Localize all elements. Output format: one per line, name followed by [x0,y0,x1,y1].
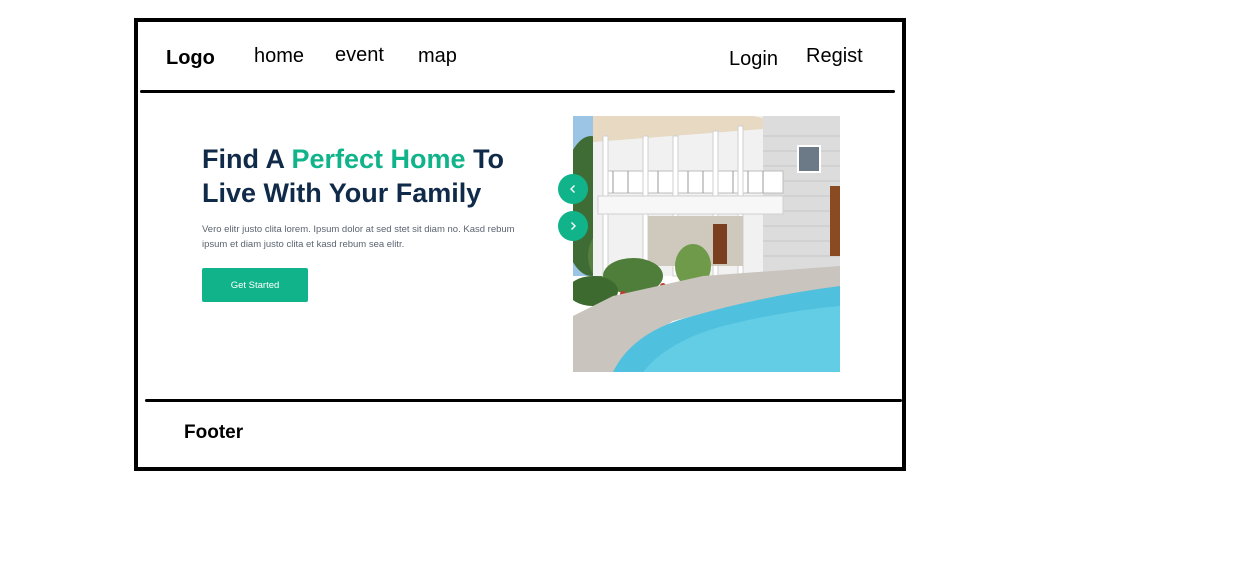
hero-description: Vero elitr justo clita lorem. Ipsum dolo… [202,224,515,250]
nav-link-home[interactable]: home [254,45,304,68]
slider-next-button[interactable] [558,211,588,241]
footer-label: Footer [184,422,244,443]
hero-title-accent: Perfect Home [291,144,466,174]
login-link[interactable]: Login [729,48,778,71]
page-frame: Logo home event map Login Regist Find A … [134,18,906,471]
logo[interactable]: Logo [166,47,215,70]
footer-divider [145,399,902,402]
hero-image [573,116,840,372]
chevron-left-icon [570,185,575,193]
nav-link-map[interactable]: map [418,45,457,68]
chevron-right-icon [571,222,576,230]
slider-prev-button[interactable] [558,174,588,204]
hero-title: Find A Perfect Home To Live With Your Fa… [202,142,562,210]
nav-link-event[interactable]: event [335,44,384,67]
register-link[interactable]: Regist [806,45,863,68]
hero-title-part1: Find A [202,144,292,174]
house-pool-illustration [573,116,840,372]
header-divider [140,90,895,93]
get-started-button[interactable]: Get Started [202,268,308,302]
